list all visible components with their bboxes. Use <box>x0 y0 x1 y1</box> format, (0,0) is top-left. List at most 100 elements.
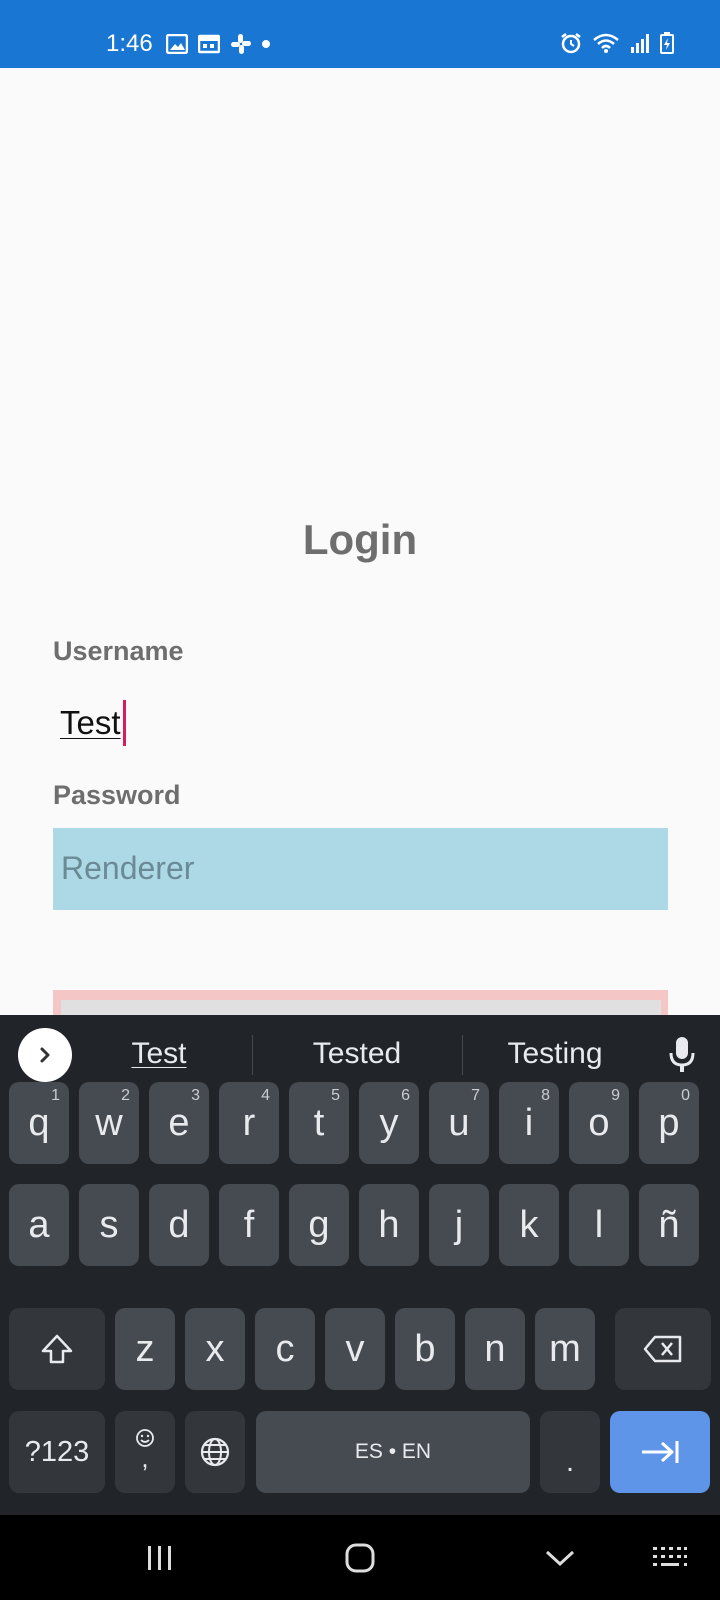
key-hint: 2 <box>121 1087 130 1104</box>
key-a[interactable]: a <box>9 1184 69 1266</box>
key-hint: 6 <box>401 1087 410 1104</box>
key-label: r <box>242 1101 256 1144</box>
key-v[interactable]: v <box>325 1308 385 1390</box>
image-icon <box>166 34 188 54</box>
keyboard-switch-button[interactable] <box>630 1515 710 1600</box>
key-label: k <box>519 1203 539 1246</box>
key-hint: 3 <box>191 1087 200 1104</box>
status-bar: 1:46 <box>0 0 720 68</box>
username-label: Username <box>53 636 184 666</box>
key-label: w <box>95 1101 123 1144</box>
key-label: ñ <box>658 1203 680 1246</box>
password-input[interactable]: Renderer <box>53 828 668 910</box>
suggestion-1[interactable]: Test <box>64 1037 254 1071</box>
key-label: i <box>524 1101 534 1144</box>
username-value: Test <box>60 704 121 741</box>
key-label: h <box>378 1203 400 1246</box>
key-c[interactable]: c <box>255 1308 315 1390</box>
period-key[interactable]: . <box>540 1411 600 1493</box>
key-g[interactable]: g <box>289 1184 349 1266</box>
key-w[interactable]: w2 <box>79 1082 139 1164</box>
wifi-icon <box>593 33 619 53</box>
key-label: b <box>414 1327 436 1370</box>
text-caret <box>123 700 126 746</box>
key-label: t <box>313 1101 325 1144</box>
page-title: Login <box>302 516 418 563</box>
key-label: l <box>594 1203 604 1246</box>
key-e[interactable]: e3 <box>149 1082 209 1164</box>
battery-charging-icon <box>660 32 674 54</box>
key-r[interactable]: r4 <box>219 1082 279 1164</box>
key-i[interactable]: i8 <box>499 1082 559 1164</box>
next-key[interactable] <box>610 1411 710 1493</box>
suggestion-divider <box>252 1035 253 1075</box>
back-button[interactable] <box>520 1515 600 1600</box>
alarm-icon <box>561 33 581 54</box>
key-hint: 9 <box>611 1087 620 1104</box>
key-ñ[interactable]: ñ <box>639 1184 699 1266</box>
key-y[interactable]: y6 <box>359 1082 419 1164</box>
suggestion-3[interactable]: Testing <box>460 1037 650 1071</box>
key-label: n <box>484 1327 506 1370</box>
key-label: g <box>308 1203 330 1246</box>
key-hint: 1 <box>51 1087 60 1104</box>
recents-button[interactable] <box>120 1515 200 1600</box>
key-q[interactable]: q1 <box>9 1082 69 1164</box>
key-hint: 0 <box>681 1087 690 1104</box>
key-l[interactable]: l <box>569 1184 629 1266</box>
key-m[interactable]: m <box>535 1308 595 1390</box>
password-placeholder: Renderer <box>61 850 195 886</box>
key-label: y <box>379 1101 399 1144</box>
key-t[interactable]: t5 <box>289 1082 349 1164</box>
home-button[interactable] <box>320 1515 400 1600</box>
key-u[interactable]: u7 <box>429 1082 489 1164</box>
backspace-key[interactable] <box>615 1308 711 1390</box>
key-hint: 7 <box>471 1087 480 1104</box>
dot-icon <box>262 40 270 48</box>
key-f[interactable]: f <box>219 1184 279 1266</box>
key-n[interactable]: n <box>465 1308 525 1390</box>
key-b[interactable]: b <box>395 1308 455 1390</box>
symbols-key[interactable]: ?123 <box>9 1411 105 1493</box>
key-hint: 5 <box>331 1087 340 1104</box>
recents-icon <box>148 1545 171 1570</box>
key-o[interactable]: o9 <box>569 1082 629 1164</box>
language-key[interactable] <box>185 1411 245 1493</box>
key-hint: 4 <box>261 1087 270 1104</box>
soft-keyboard: Test Tested Testing q1w2e3r4t5y6u7i8o9p0… <box>0 1015 720 1515</box>
key-label: j <box>454 1203 464 1246</box>
backspace-icon <box>643 1335 682 1363</box>
key-h[interactable]: h <box>359 1184 419 1266</box>
key-k[interactable]: k <box>499 1184 559 1266</box>
globe-icon <box>200 1437 230 1467</box>
key-label: d <box>168 1203 190 1246</box>
key-label: a <box>28 1203 50 1246</box>
keyboard-switch-icon <box>653 1546 687 1566</box>
key-label: v <box>345 1327 365 1370</box>
home-icon <box>345 1543 375 1572</box>
key-d[interactable]: d <box>149 1184 209 1266</box>
shift-key[interactable] <box>9 1308 105 1390</box>
comma-key[interactable]: , <box>115 1411 175 1493</box>
key-x[interactable]: x <box>185 1308 245 1390</box>
key-label: e <box>168 1101 190 1144</box>
status-time: 1:46 <box>106 30 153 57</box>
key-label: m <box>549 1327 581 1370</box>
shift-icon <box>41 1334 73 1364</box>
key-s[interactable]: s <box>79 1184 139 1266</box>
period-label: . <box>565 1445 575 1478</box>
username-input[interactable]: Test <box>53 700 253 750</box>
key-j[interactable]: j <box>429 1184 489 1266</box>
system-nav-bar <box>0 1515 720 1600</box>
mic-icon[interactable] <box>668 1035 696 1073</box>
key-p[interactable]: p0 <box>639 1082 699 1164</box>
key-label: x <box>205 1327 225 1370</box>
space-key[interactable]: ES • EN <box>256 1411 530 1493</box>
key-z[interactable]: z <box>115 1308 175 1390</box>
suggestion-2[interactable]: Tested <box>262 1037 452 1071</box>
key-label: q <box>28 1101 50 1144</box>
key-hint: 8 <box>541 1087 550 1104</box>
chevron-right-icon <box>40 1047 50 1063</box>
tab-arrow-icon <box>642 1441 679 1463</box>
key-label: c <box>275 1327 295 1370</box>
